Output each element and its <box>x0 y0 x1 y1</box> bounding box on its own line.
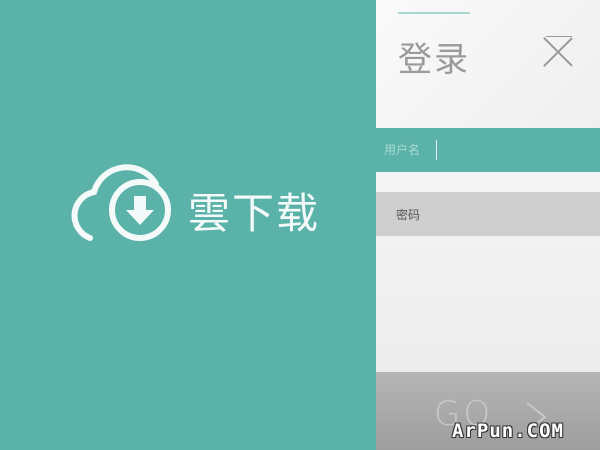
brand-logo: 雲下载 <box>60 152 330 262</box>
brand-panel: 雲下载 <box>0 0 376 450</box>
brand-name: 雲下载 <box>188 189 321 238</box>
password-label: 密码 <box>396 208 421 222</box>
cloud-download-icon <box>71 164 171 241</box>
login-header: 登录 <box>376 0 600 128</box>
password-input[interactable] <box>440 202 590 226</box>
username-label: 用户名 <box>384 143 421 157</box>
close-icon[interactable] <box>542 36 574 68</box>
page-title: 登录 <box>398 40 470 80</box>
text-caret <box>436 140 437 160</box>
header-accent-line <box>398 12 470 14</box>
watermark: ArPun.COM <box>452 420 564 442</box>
login-panel: 登录 用户名 密码 GO <box>376 0 600 450</box>
username-input[interactable] <box>440 138 590 162</box>
password-field-row: 密码 <box>376 192 600 236</box>
username-field-row: 用户名 <box>376 128 600 172</box>
